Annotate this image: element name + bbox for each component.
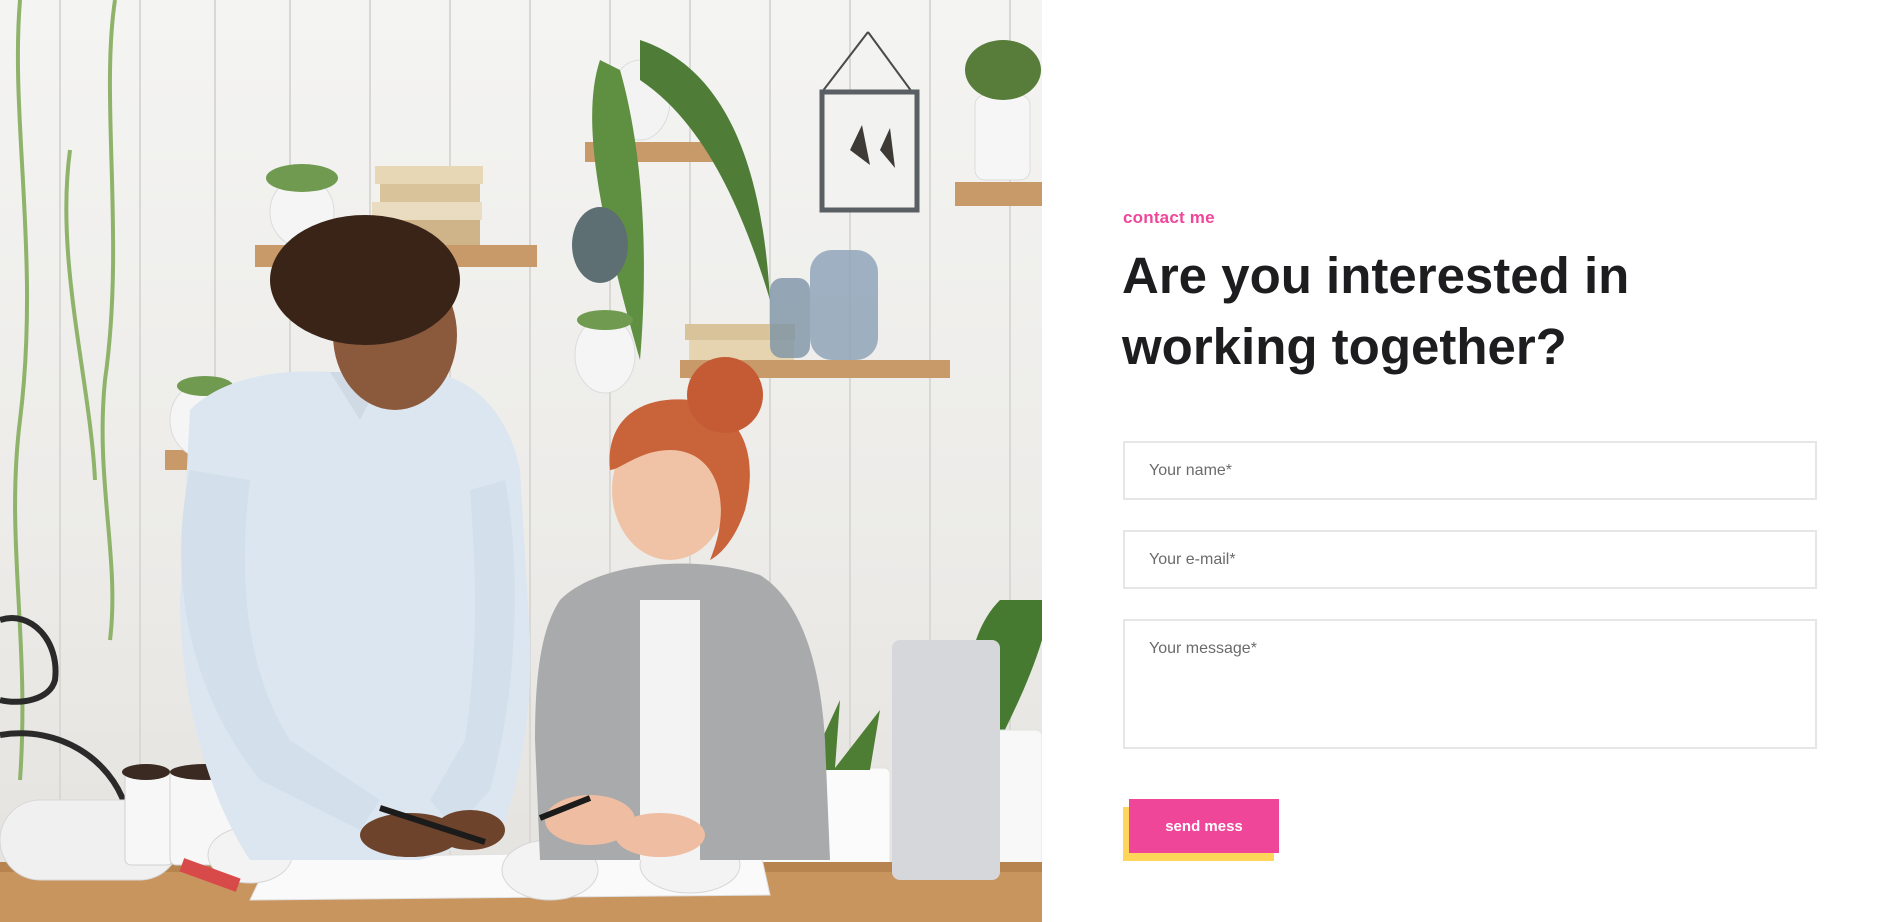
email-input[interactable] — [1123, 530, 1817, 589]
message-textarea[interactable] — [1123, 619, 1817, 749]
hero-photo-illustration — [0, 0, 1042, 922]
contact-headline: Are you interested in working together? — [1122, 247, 1630, 375]
vines — [13, 0, 117, 781]
picture-frame — [819, 31, 920, 213]
man-figure — [180, 215, 531, 860]
send-button-wrap: send mess — [1123, 799, 1279, 861]
woman-figure — [535, 357, 830, 860]
name-input[interactable] — [1123, 441, 1817, 500]
section-eyebrow: contact me — [1123, 208, 1215, 227]
hero-photo — [0, 0, 1042, 922]
contact-section: contact me Are you interested in working… — [1042, 0, 1891, 922]
contact-page: contact me Are you interested in working… — [0, 0, 1891, 922]
send-message-button[interactable]: send mess — [1129, 799, 1279, 853]
